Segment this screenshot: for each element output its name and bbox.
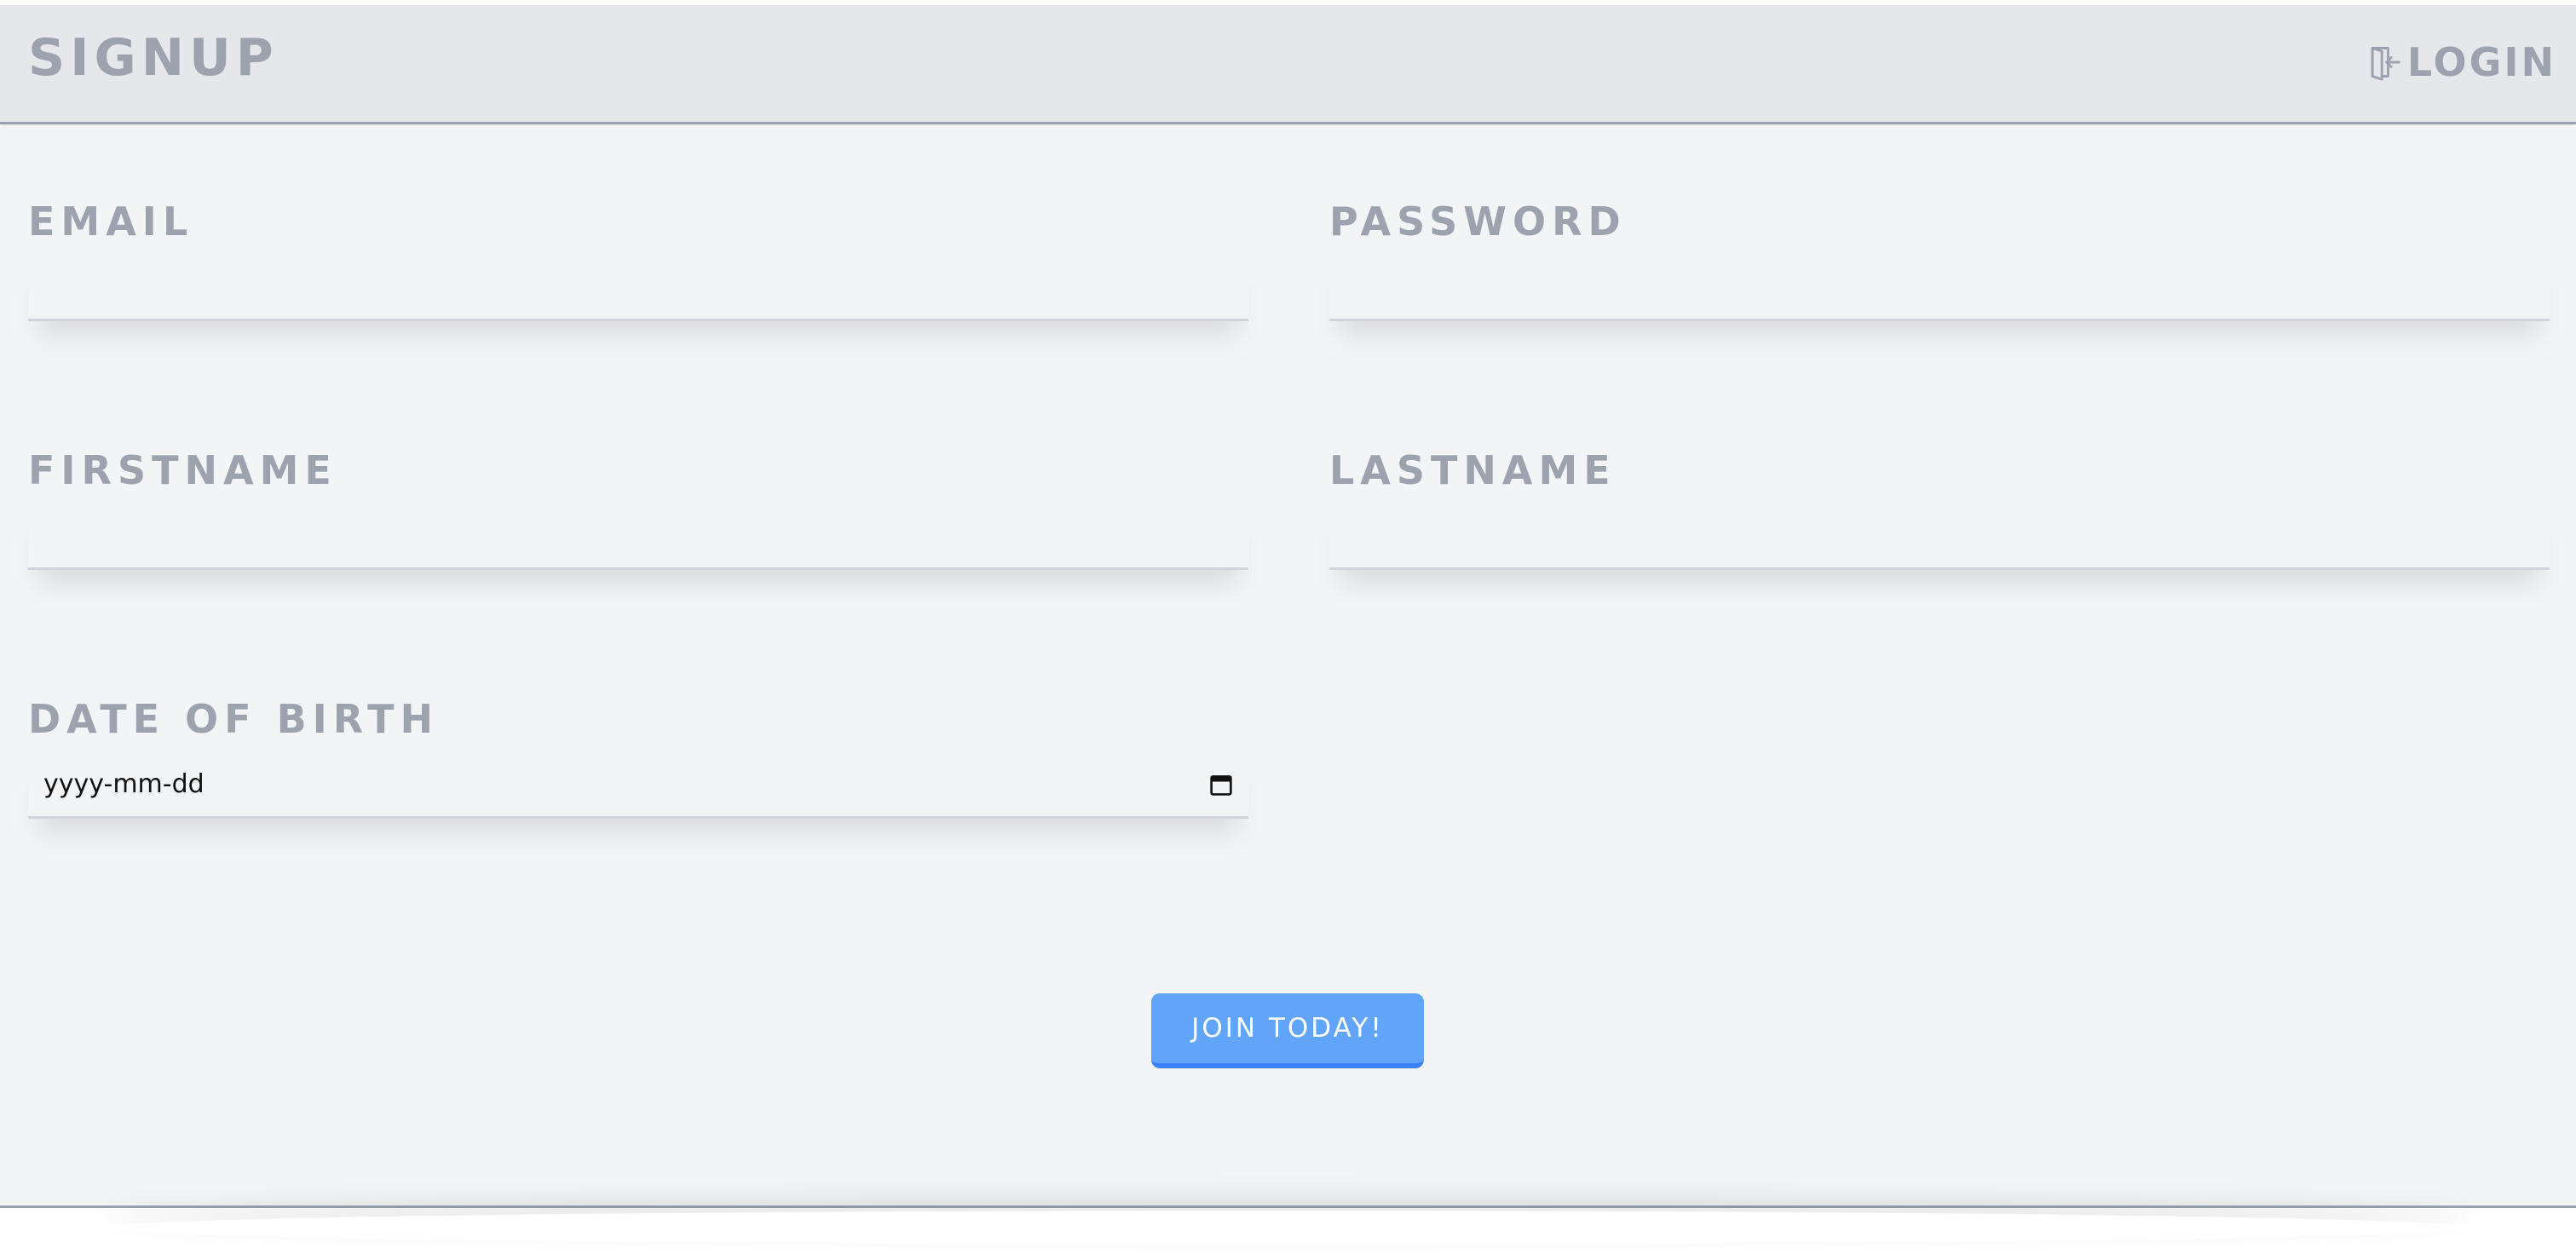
page-title: SIGNUP (28, 28, 279, 88)
lastname-field[interactable] (1329, 503, 2550, 570)
firstname-label: FIRSTNAME (28, 447, 337, 493)
email-label: EMAIL (28, 198, 194, 245)
password-field-group: PASSWORD (1329, 202, 2550, 321)
footer-shadow (102, 1211, 2474, 1245)
calendar-icon[interactable] (1209, 773, 1233, 797)
top-header: SIGNUP LOGIN (0, 5, 2576, 124)
email-field[interactable] (28, 255, 1248, 321)
footer (0, 1205, 2576, 1260)
password-label: PASSWORD (1329, 198, 1627, 245)
firstname-field[interactable] (28, 503, 1248, 570)
signup-page: SIGNUP LOGIN EMAIL PASSWORD FIRSTNAME LA… (0, 0, 2576, 1260)
dob-placeholder: yyyy-mm-dd (43, 769, 205, 799)
dob-label: DATE OF BIRTH (28, 696, 439, 742)
firstname-field-group: FIRSTNAME (28, 451, 1248, 570)
signup-form: EMAIL PASSWORD FIRSTNAME LASTNAME DATE O… (0, 127, 2576, 1205)
email-field-group: EMAIL (28, 202, 1248, 321)
lastname-field-group: LASTNAME (1329, 451, 2550, 570)
dob-field[interactable]: yyyy-mm-dd (28, 752, 1248, 819)
dob-field-group: DATE OF BIRTH yyyy-mm-dd (28, 699, 1248, 819)
join-today-button[interactable]: JOIN TODAY! (1151, 993, 1424, 1068)
login-door-icon (2371, 47, 2400, 81)
login-link[interactable]: LOGIN (2365, 43, 2556, 82)
login-label: LOGIN (2406, 39, 2556, 85)
lastname-label: LASTNAME (1329, 447, 1616, 493)
password-field[interactable] (1329, 255, 2550, 321)
